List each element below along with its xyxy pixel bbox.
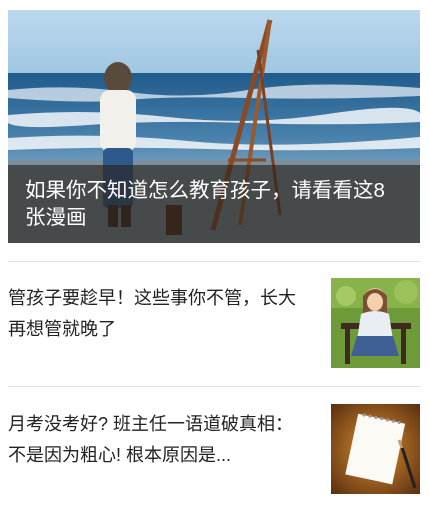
list-item[interactable]: 月考没考好? 班主任一语道破真相：不是因为粗心! 根本原因是... (8, 404, 420, 496)
article-thumbnail (331, 278, 420, 368)
article-thumbnail (331, 404, 420, 494)
featured-article-card[interactable]: 如果你不知道怎么教育孩子，请看看这8张漫画 (8, 10, 420, 243)
article-title: 管孩子要趁早！这些事你不管，长大再想管就晚了 (8, 288, 296, 339)
divider (8, 261, 420, 262)
article-title: 月考没考好? 班主任一语道破真相：不是因为粗心! 根本原因是... (8, 414, 294, 465)
divider (8, 386, 420, 387)
featured-article-title: 如果你不知道怎么教育孩子，请看看这8张漫画 (25, 179, 385, 229)
list-item[interactable]: 管孩子要趁早！这些事你不管，长大再想管就晚了 (8, 278, 420, 370)
